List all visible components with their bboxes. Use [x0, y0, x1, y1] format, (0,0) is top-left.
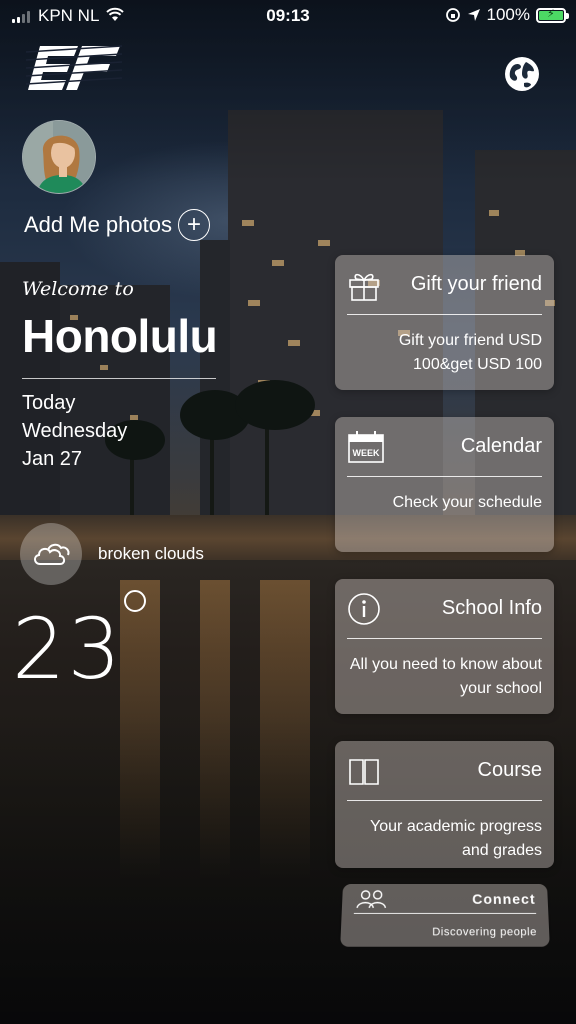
- temperature: 23: [12, 600, 123, 698]
- weather-description: broken clouds: [98, 544, 204, 563]
- weekday: Wednesday: [22, 420, 128, 442]
- battery-icon: [536, 7, 569, 23]
- card-description: Gift your friend USD 100&get USD 100: [398, 332, 542, 373]
- avatar[interactable]: [22, 120, 96, 194]
- card-title: Course: [477, 759, 542, 781]
- add-photos-button[interactable]: Add Me photos +: [24, 209, 210, 241]
- degree-symbol: [124, 590, 146, 612]
- add-photos-label: Add Me photos: [24, 212, 172, 237]
- welcome-text: Welcome to: [22, 278, 134, 300]
- course-card[interactable]: Course Your academic progress and grades: [335, 741, 554, 868]
- gift-friend-card[interactable]: Gift your friend Gift your friend USD 10…: [335, 255, 554, 390]
- card-description: All you need to know about your school: [349, 656, 542, 697]
- calendar-week-icon: WEEK: [348, 430, 384, 463]
- card-title: School Info: [441, 597, 542, 619]
- card-description: Check your schedule: [392, 494, 542, 511]
- card-title: Connect: [472, 890, 536, 907]
- status-bar: KPN NL 09:13 100%: [0, 0, 576, 34]
- people-icon: [354, 887, 389, 909]
- divider: [22, 378, 216, 379]
- ef-logo: [26, 45, 122, 90]
- broken-clouds-icon: [20, 523, 82, 585]
- city-name: Honolulu: [22, 310, 218, 362]
- calendar-card[interactable]: WEEK Calendar Check your schedule: [335, 417, 554, 552]
- connect-card[interactable]: Connect Discovering people: [340, 884, 550, 947]
- card-description: Discovering people: [432, 926, 538, 939]
- card-description: Your academic progress and grades: [370, 818, 542, 859]
- info-icon: [348, 592, 380, 625]
- battery-percent: 100%: [486, 5, 530, 24]
- location-arrow-icon: [467, 9, 480, 21]
- card-title: Gift your friend: [410, 273, 542, 295]
- date-block: Today Wednesday Jan 27: [22, 389, 127, 473]
- plus-icon: +: [177, 209, 210, 241]
- school-info-card[interactable]: School Info All you need to know about y…: [335, 579, 554, 714]
- day-label: Today: [22, 392, 76, 414]
- globe-icon[interactable]: [504, 56, 540, 92]
- rotation-lock-icon: [445, 8, 460, 22]
- book-icon: [349, 758, 379, 785]
- gift-icon: [349, 273, 379, 301]
- calendar-icon-text: WEEK: [353, 448, 381, 458]
- date: Jan 27: [22, 448, 83, 470]
- card-title: Calendar: [460, 435, 542, 457]
